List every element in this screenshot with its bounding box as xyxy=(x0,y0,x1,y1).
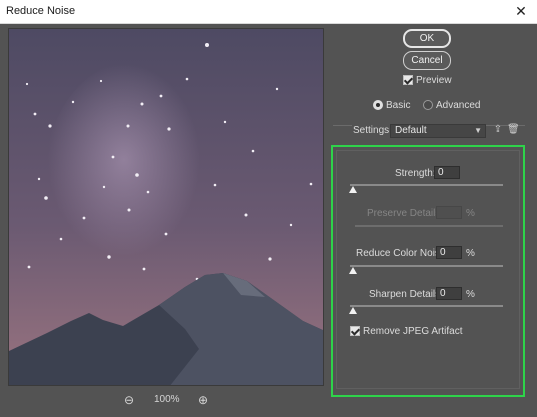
advanced-label: Advanced xyxy=(436,100,481,111)
window-title: Reduce Noise xyxy=(6,5,76,17)
sharpen-details-slider[interactable] xyxy=(350,305,503,307)
strength-label: Strength: xyxy=(395,168,436,179)
reduce-color-noise-field[interactable]: 0 xyxy=(436,246,462,259)
reduce-color-noise-label: Reduce Color Noise: xyxy=(356,248,449,259)
basic-radio[interactable] xyxy=(373,100,383,110)
sharpen-details-field[interactable]: 0 xyxy=(436,287,462,300)
strength-slider[interactable] xyxy=(350,184,503,186)
zoom-in-icon[interactable]: ⊕ xyxy=(196,393,210,407)
sharpen-details-unit: % xyxy=(466,289,475,300)
preview-label: Preview xyxy=(416,75,452,86)
remove-jpeg-artifact-label: Remove JPEG Artifact xyxy=(363,326,463,337)
strength-field[interactable]: 0 xyxy=(434,166,460,179)
preserve-details-field xyxy=(436,206,462,219)
reduce-color-noise-unit: % xyxy=(466,248,475,259)
reduce-noise-dialog: ⊖ 100% ⊕ OK Cancel Preview Basic Advance… xyxy=(0,24,537,417)
zoom-out-icon[interactable]: ⊖ xyxy=(122,393,136,407)
preserve-details-unit: % xyxy=(466,208,475,219)
settings-value: Default xyxy=(395,125,427,136)
preserve-details-slider xyxy=(355,225,503,227)
settings-dropdown[interactable]: Default ▼ xyxy=(390,124,486,138)
preview-image xyxy=(9,29,323,385)
image-preview[interactable] xyxy=(8,28,324,386)
cancel-button[interactable]: Cancel xyxy=(403,51,451,70)
chevron-down-icon: ▼ xyxy=(474,126,482,135)
remove-jpeg-artifact-checkbox[interactable] xyxy=(350,326,360,336)
trash-icon[interactable]: 🗑 xyxy=(507,124,520,136)
sharpen-details-slider-thumb[interactable] xyxy=(349,307,357,314)
zoom-bar: ⊖ 100% ⊕ xyxy=(8,392,324,410)
close-icon[interactable]: ✕ xyxy=(513,2,529,20)
ok-button[interactable]: OK xyxy=(403,29,451,48)
advanced-radio[interactable] xyxy=(423,100,433,110)
reduce-color-noise-slider-thumb[interactable] xyxy=(349,267,357,274)
basic-label: Basic xyxy=(386,100,411,111)
save-preset-icon[interactable]: ⇪ xyxy=(492,124,504,136)
reduce-color-noise-slider[interactable] xyxy=(350,265,503,267)
title-bar: Reduce Noise ✕ xyxy=(0,0,537,24)
zoom-level: 100% xyxy=(154,394,180,405)
settings-label: Settings: xyxy=(352,125,393,136)
sharpen-details-label: Sharpen Details: xyxy=(369,289,443,300)
strength-slider-thumb[interactable] xyxy=(349,186,357,193)
preview-checkbox[interactable] xyxy=(403,75,413,85)
preserve-details-label: Preserve Details: xyxy=(367,208,444,219)
